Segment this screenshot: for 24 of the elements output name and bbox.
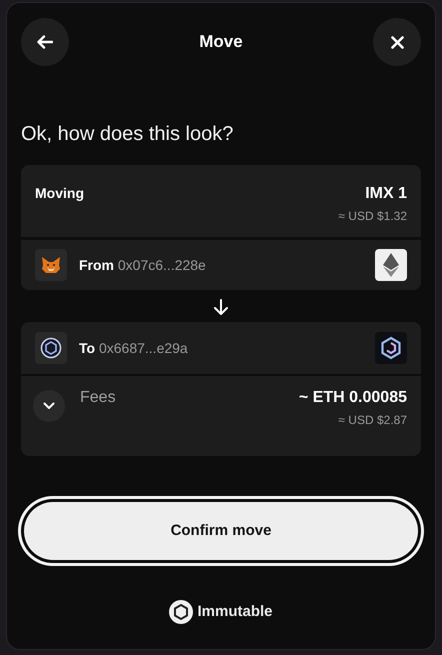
moving-fiat-value: ≈ USD $1.32 <box>338 208 407 225</box>
moving-amount: IMX 1 <box>365 185 407 203</box>
heading: Ok, how does this look? <box>21 122 234 146</box>
close-button[interactable] <box>373 18 421 66</box>
hexagon-logo-icon <box>375 332 407 364</box>
chevron-down-icon <box>43 402 55 410</box>
fees-amount: ~ ETH 0.00085 <box>298 389 407 407</box>
expand-button[interactable] <box>33 390 65 422</box>
moving-label: Moving <box>35 185 84 203</box>
header-title: Move <box>199 31 243 54</box>
close-icon <box>390 36 404 48</box>
down-arrow-icon <box>213 299 229 315</box>
fees-label: Fees <box>80 389 116 408</box>
back-button[interactable] <box>21 18 69 66</box>
fox-wallet-icon <box>35 249 67 281</box>
wallet-ring-icon <box>35 332 67 364</box>
brand-name: Immutable <box>197 602 272 622</box>
from-address: From 0x07c6...228e <box>79 256 206 274</box>
fees-fiat-value: ≈ USD $2.87 <box>338 412 407 429</box>
confirm-button[interactable]: Confirm move <box>24 502 418 560</box>
ethereum-icon <box>375 249 407 281</box>
to-address: To 0x6687...e29a <box>79 338 188 358</box>
brand-logo-icon <box>169 600 194 624</box>
back-arrow-icon <box>37 35 53 49</box>
